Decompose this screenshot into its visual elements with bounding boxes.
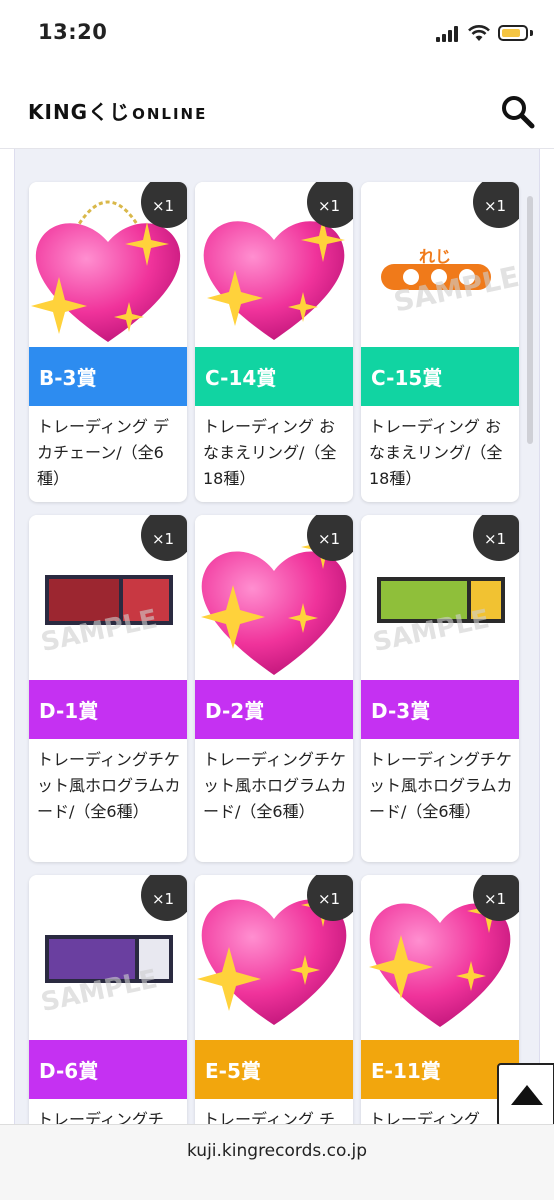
prize-card[interactable]: ×1 D-2賞 トレーディングチケット風ホログラムカード/（全6種）: [195, 515, 353, 862]
url-text: kuji.kingrecords.co.jp: [186, 1141, 367, 1161]
prize-name: トレーディング チ: [203, 1110, 335, 1124]
prize-name: トレーディングチ: [37, 1110, 164, 1124]
cellular-signal-icon: [436, 26, 462, 42]
prize-card[interactable]: ×1 E-11賞 トレーディング: [361, 875, 519, 1124]
prize-label: E-5賞: [195, 1040, 353, 1099]
prize-image: ×1: [361, 875, 519, 1040]
status-time: 13:20: [38, 20, 108, 44]
prize-name: トレーディングチケット風ホログラムカード/（全6種）: [37, 750, 181, 821]
prize-image: れじ SAMPLE ×1: [361, 182, 519, 347]
prize-label: B-3賞: [29, 347, 187, 406]
prize-card[interactable]: ×1 B-3賞 トレーディング デカチェーン/（全6種）: [29, 182, 187, 502]
scroll-to-top-button[interactable]: [497, 1063, 554, 1127]
prize-name: トレーディングチケット風ホログラムカード/（全6種）: [369, 750, 513, 821]
prize-name: トレーディングチケット風ホログラムカード/（全6種）: [203, 750, 347, 821]
prize-card[interactable]: SAMPLE ×1 D-1賞 トレーディングチケット風ホログラムカード/（全6種…: [29, 515, 187, 862]
prize-label: D-6賞: [29, 1040, 187, 1099]
prize-list-area: ×1 B-3賞 トレーディング デカチェーン/（全6種） ×1 C-14賞 トレ…: [14, 149, 540, 1124]
prize-card[interactable]: SAMPLE ×1 D-3賞 トレーディングチケット風ホログラムカード/（全6種…: [361, 515, 519, 862]
svg-text:れじ: れじ: [419, 247, 451, 266]
prize-image: SAMPLE ×1: [361, 515, 519, 680]
prize-label: E-11賞: [361, 1040, 519, 1099]
logo-sub-text: ONLINE: [132, 105, 208, 123]
prize-name: トレーディング: [369, 1110, 480, 1124]
prize-name: トレーディング おなまえリング/（全18種）: [203, 417, 337, 488]
browser-url-bar[interactable]: kuji.kingrecords.co.jp: [0, 1124, 554, 1200]
prize-label: C-15賞: [361, 347, 519, 406]
prize-image: ×1: [195, 515, 353, 680]
prize-image: SAMPLE ×1: [29, 515, 187, 680]
site-header: KINGくじ ONLINE: [0, 70, 554, 149]
prize-card[interactable]: ×1 C-14賞 トレーディング おなまえリング/（全18種）: [195, 182, 353, 502]
scrollbar[interactable]: [527, 196, 533, 444]
prize-name: トレーディング おなまえリング/（全18種）: [369, 417, 503, 488]
battery-icon: [498, 25, 528, 41]
prize-card[interactable]: SAMPLE ×1 D-6賞 トレーディングチ: [29, 875, 187, 1124]
prize-name: トレーディング デカチェーン/（全6種）: [37, 417, 169, 488]
status-bar: 13:20: [0, 0, 554, 70]
logo-main-text: KINGくじ: [28, 100, 131, 124]
prize-card[interactable]: れじ SAMPLE ×1 C-15賞 トレーディング おなまえリング/（全18種…: [361, 182, 519, 502]
prize-label: D-3賞: [361, 680, 519, 739]
site-logo[interactable]: KINGくじ ONLINE: [28, 96, 208, 124]
search-icon[interactable]: [498, 92, 538, 132]
prize-image: SAMPLE ×1: [29, 875, 187, 1040]
prize-card[interactable]: ×1 E-5賞 トレーディング チ: [195, 875, 353, 1124]
prize-image: ×1: [195, 875, 353, 1040]
prize-label: D-2賞: [195, 680, 353, 739]
up-arrow-icon: [511, 1085, 543, 1105]
prize-label: D-1賞: [29, 680, 187, 739]
prize-image: ×1: [195, 182, 353, 347]
wifi-icon: [468, 25, 490, 41]
prize-label: C-14賞: [195, 347, 353, 406]
prize-image: ×1: [29, 182, 187, 347]
